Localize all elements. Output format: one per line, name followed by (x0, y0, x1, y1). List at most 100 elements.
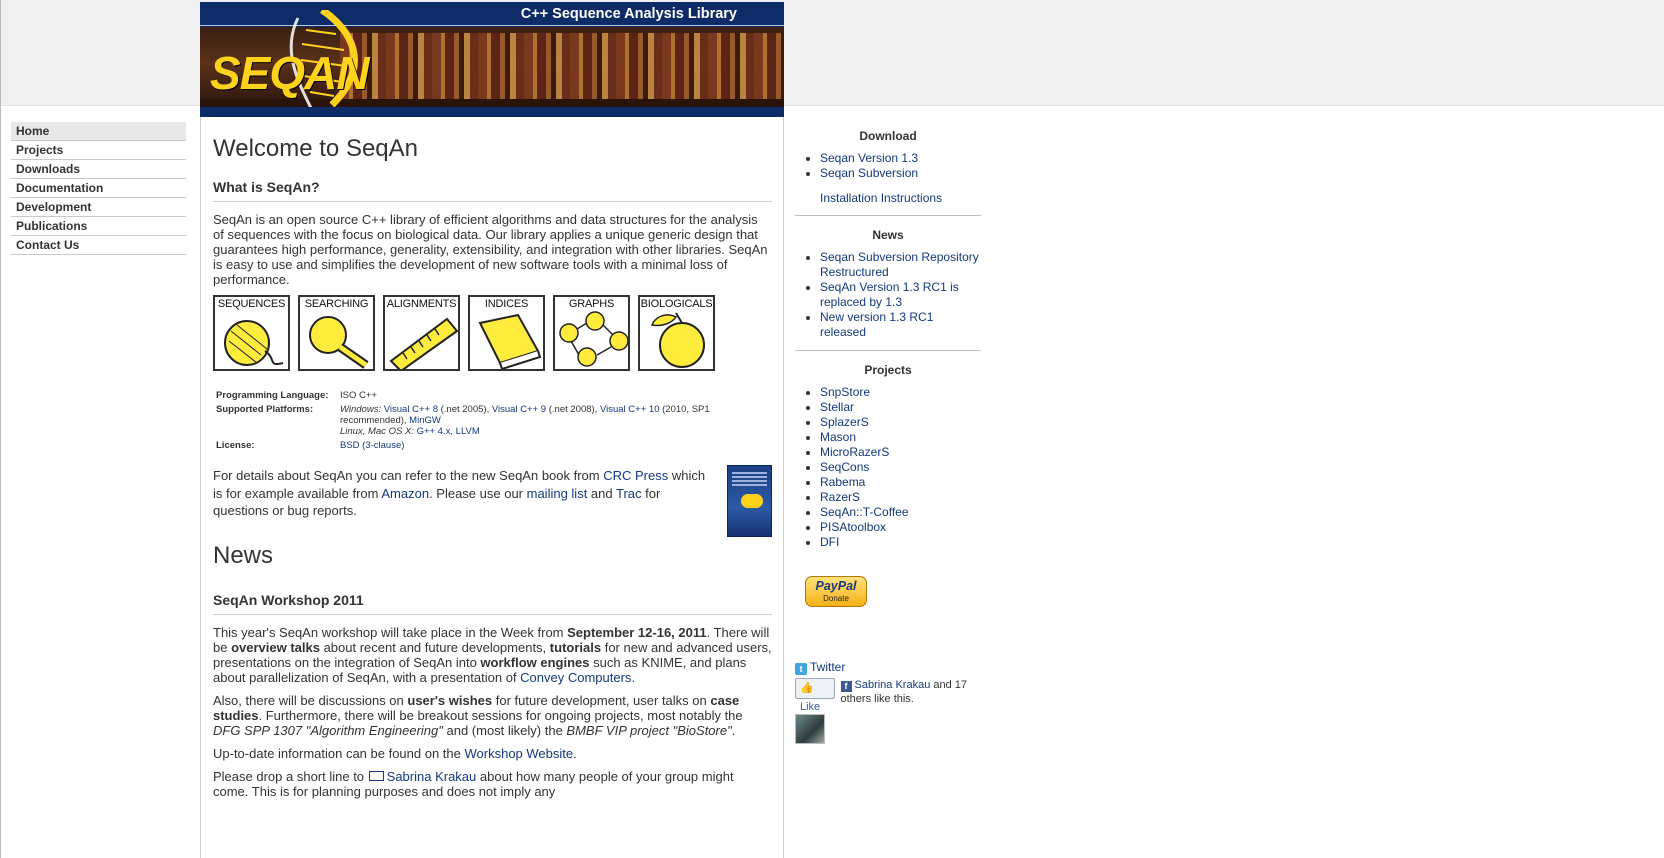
nav-item-development[interactable]: Development (11, 198, 186, 217)
tile-alignments[interactable]: ALIGNMENTS (383, 295, 460, 371)
link-crc-press[interactable]: CRC Press (603, 468, 668, 483)
unix-label: Linux, Mac OS X: (340, 426, 414, 437)
link-sabrina-krakau[interactable]: Sabrina Krakau (387, 769, 477, 784)
link-visual-cpp-10[interactable]: Visual C++ 10 (600, 404, 660, 415)
nav-item-publications[interactable]: Publications (11, 217, 186, 236)
link-amazon[interactable]: Amazon (381, 486, 429, 501)
cover-logo (741, 494, 763, 508)
workshop-paragraph-3: Up-to-date information can be found on t… (213, 746, 772, 761)
text: and (587, 485, 616, 501)
link-visual-cpp-9[interactable]: Visual C++ 9 (492, 404, 546, 415)
bookshelf-books (340, 33, 784, 99)
text: . (731, 722, 736, 738)
tile-searching[interactable]: SEARCHING (298, 295, 375, 371)
download-list: Seqan Version 1.3 Seqan Subversion (795, 151, 981, 181)
text: Please drop a short line to (213, 768, 368, 784)
platform-note: (.net 2008), (548, 404, 598, 415)
link-mailing-list[interactable]: mailing list (527, 486, 588, 501)
project-link[interactable]: Mason (820, 430, 856, 444)
link-workshop-website[interactable]: Workshop Website (465, 746, 574, 761)
facebook-icon: f (840, 681, 852, 692)
nav-item-projects[interactable]: Projects (11, 141, 186, 160)
link-gpp[interactable]: G++ 4.x (417, 426, 451, 437)
link-mingw[interactable]: MinGW (409, 415, 441, 426)
news-block-title: News (872, 228, 904, 242)
tile-label: ALIGNMENTS (386, 298, 457, 310)
logo-text: SEQAN (210, 47, 370, 99)
text: . Please use our (429, 485, 527, 501)
list-item: SeqAn Version 1.3 RC1 is replaced by 1.3 (820, 280, 981, 310)
project-link[interactable]: SplazerS (820, 415, 869, 429)
link-fb-user[interactable]: Sabrina Krakau (855, 679, 931, 691)
download-title: Download (859, 129, 917, 143)
list-item: SplazerS (820, 415, 981, 430)
link-installation-instructions[interactable]: Installation Instructions (820, 191, 942, 205)
italic-text: BMBF VIP project "BioStore" (566, 722, 732, 738)
workshop-heading: SeqAn Workshop 2011 (213, 592, 772, 615)
italic-text: DFG SPP 1307 "Algorithm Engineering" (213, 722, 443, 738)
tile-indices[interactable]: INDICES (468, 295, 545, 371)
info-value: BSD (3-clause) (340, 439, 772, 453)
text: and (most likely) the (442, 722, 567, 738)
book-index-icon (478, 313, 542, 369)
cover-title-lines (732, 472, 767, 474)
workshop-paragraph-2: Also, there will be discussions on user'… (213, 693, 772, 738)
info-value: ISO C++ (340, 390, 377, 401)
text: . (631, 669, 636, 685)
news-title: News (213, 541, 274, 569)
social-widgets: t Twitter 👍 Like f Sabrina Krakau and 17 o… (795, 660, 995, 713)
tile-label: SEARCHING (304, 298, 369, 310)
tile-label: GRAPHS (568, 298, 615, 310)
nav-item-contact-us[interactable]: Contact Us (11, 236, 186, 255)
tile-graphs[interactable]: GRAPHS (553, 295, 630, 371)
project-link[interactable]: RazerS (820, 490, 860, 504)
project-link[interactable]: Stellar (820, 400, 854, 414)
news-link[interactable]: Seqan Subversion Repository Restructured (820, 250, 979, 279)
facebook-like-button[interactable]: 👍 Like (795, 678, 835, 713)
tile-label: SEQUENCES (217, 298, 286, 310)
project-link[interactable]: PISAtoolbox (820, 520, 886, 534)
project-link[interactable]: MicroRazerS (820, 445, 889, 459)
nav-item-downloads[interactable]: Downloads (11, 160, 186, 179)
workshop-dates: September 12-16, 2011 (567, 624, 707, 640)
contact-card-icon (368, 770, 384, 781)
list-item: SeqAn::T-Coffee (820, 505, 981, 520)
nav-item-documentation[interactable]: Documentation (11, 179, 186, 198)
project-link[interactable]: Rabema (820, 475, 865, 489)
link-visual-cpp-8[interactable]: Visual C++ 8 (384, 404, 438, 415)
link-license[interactable]: BSD (3-clause) (340, 440, 404, 451)
list-item: Stellar (820, 400, 981, 415)
link-llvm[interactable]: LLVM (456, 426, 480, 437)
text: . Furthermore, there will be breakout se… (258, 707, 743, 723)
news-link[interactable]: SeqAn Version 1.3 RC1 is replaced by 1.3 (820, 280, 959, 309)
table-row: License: BSD (3-clause) (216, 439, 772, 453)
paypal-donate-button[interactable]: PayPal Donate (805, 576, 867, 607)
project-link[interactable]: SeqAn::T-Coffee (820, 505, 909, 519)
what-heading: What is SeqAn? (213, 179, 772, 202)
table-row: Supported Platforms: Windows: Visual C++… (216, 403, 772, 439)
nav-item-home[interactable]: Home (11, 122, 186, 141)
list-item: SnpStore (820, 385, 981, 400)
projects-block: Projects SnpStore Stellar SplazerS Mason… (795, 363, 981, 550)
list-item: New version 1.3 RC1 released (820, 310, 981, 340)
link-twitter[interactable]: Twitter (810, 660, 845, 674)
projects-title: Projects (864, 363, 912, 377)
book-cover-image[interactable] (727, 465, 772, 537)
bold-text: tutorials (549, 639, 602, 655)
project-link[interactable]: SnpStore (820, 385, 870, 399)
project-link[interactable]: DFI (820, 535, 839, 549)
link-seqan-subversion[interactable]: Seqan Subversion (820, 166, 918, 180)
tile-biologicals[interactable]: BIOLOGICALS (638, 295, 715, 371)
link-seqan-version-1-3[interactable]: Seqan Version 1.3 (820, 151, 918, 165)
project-link[interactable]: SeqCons (820, 460, 869, 474)
apple-icon (651, 312, 705, 368)
news-link[interactable]: New version 1.3 RC1 released (820, 310, 933, 339)
text: Up-to-date information can be found on t… (213, 745, 465, 761)
link-trac[interactable]: Trac (616, 486, 642, 501)
twitter-row: t Twitter (795, 660, 995, 675)
seqan-logo[interactable]: SEQAN (202, 7, 372, 115)
link-convey-computers[interactable]: Convey Computers (520, 670, 631, 685)
main-content: Welcome to SeqAn What is SeqAn? SeqAn is… (200, 117, 784, 858)
avatar[interactable] (795, 714, 825, 744)
tile-sequences[interactable]: SEQUENCES (213, 295, 290, 371)
